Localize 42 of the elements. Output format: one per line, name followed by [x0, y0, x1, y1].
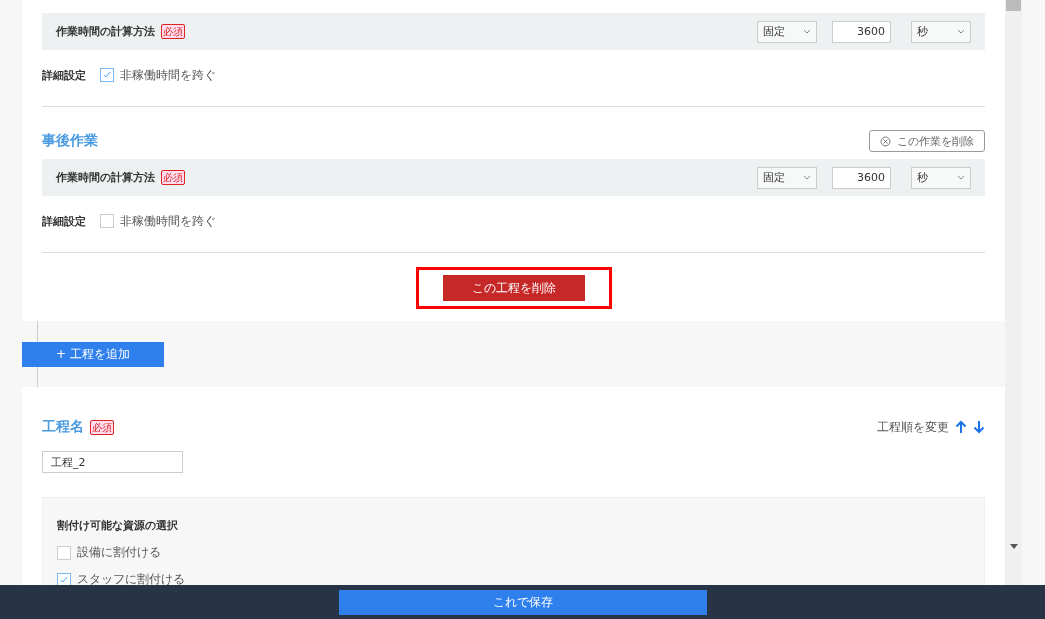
unit-select[interactable]: 秒 [911, 20, 971, 43]
details-label: 詳細設定 [42, 213, 86, 229]
close-icon [880, 135, 891, 147]
checkbox[interactable] [57, 545, 71, 560]
checkbox-label: 非稼働時間を跨ぐ [120, 213, 216, 229]
checkbox-label: 非稼働時間を跨ぐ [120, 67, 216, 83]
field-label: 作業時間の計算方法 [56, 24, 155, 39]
chevron-icon [957, 29, 965, 34]
scrollbar[interactable] [1005, 0, 1022, 585]
checkbox[interactable] [100, 68, 114, 82]
add-process-button[interactable]: + 工程を追加 [22, 341, 164, 367]
method-select[interactable]: 固定 [757, 166, 817, 189]
check-icon [59, 574, 69, 585]
checkbox[interactable] [57, 572, 71, 587]
duration-input[interactable]: 3600 [832, 20, 891, 43]
save-button[interactable]: これで保存 [338, 589, 707, 615]
chevron-icon [957, 175, 965, 180]
section-title: 事後作業 [42, 132, 98, 150]
scroll-thumb[interactable] [1006, 0, 1021, 11]
required-badge: 必須 [161, 24, 185, 39]
arrow-down-icon[interactable] [973, 420, 985, 434]
arrow-up-icon[interactable] [955, 420, 967, 434]
panel-title: 割付け可能な資源の選択 [57, 518, 179, 533]
unit-select[interactable]: 秒 [911, 166, 971, 189]
name-input[interactable]: 工程_2 [42, 451, 183, 473]
checkbox-label: スタッフに割付ける [77, 572, 185, 587]
method-select[interactable]: 固定 [757, 20, 817, 43]
check-icon [102, 70, 112, 80]
checkbox[interactable] [100, 214, 114, 228]
required-badge: 必須 [161, 170, 185, 185]
checkbox-label: 設備に割付ける [77, 545, 161, 560]
field-title: 工程名 [42, 418, 84, 436]
required-badge: 必須 [90, 419, 114, 435]
scroll-down-icon[interactable] [1009, 544, 1018, 549]
chevron-icon [803, 29, 811, 34]
remove-task-button[interactable]: この作業を削除 [869, 130, 985, 152]
reorder-label: 工程順を変更 [877, 419, 949, 435]
details-label: 詳細設定 [42, 67, 86, 83]
chevron-icon [803, 175, 811, 180]
field-label: 作業時間の計算方法 [56, 170, 155, 185]
duration-input[interactable]: 3600 [832, 166, 891, 189]
delete-process-button[interactable]: この工程を削除 [442, 275, 585, 301]
